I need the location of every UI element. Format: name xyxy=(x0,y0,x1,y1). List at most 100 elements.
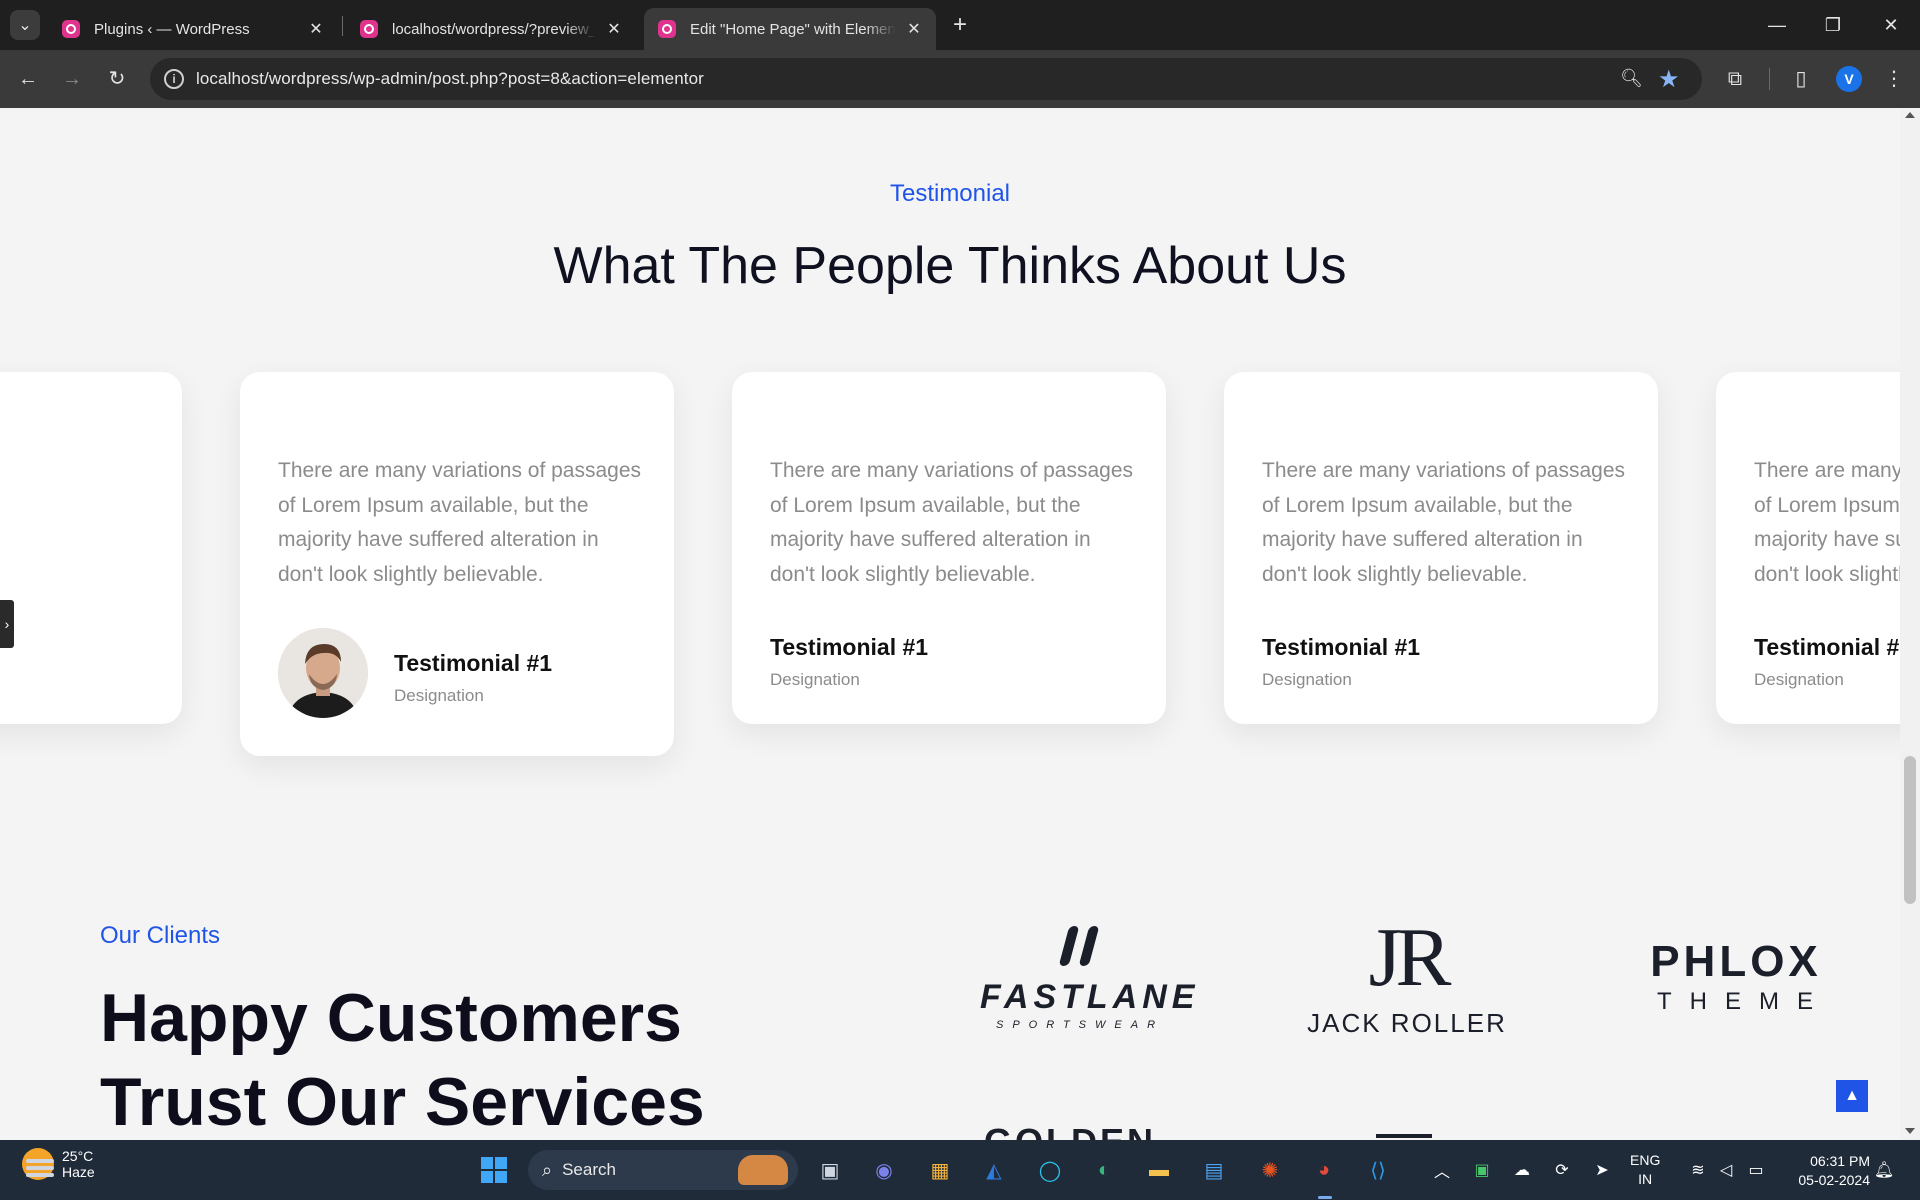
menu-icon[interactable]: ⋮ xyxy=(1880,65,1908,93)
chevron-down-icon: ⌄ xyxy=(18,17,32,34)
taskbar-search-box[interactable]: ⌕ Search xyxy=(528,1150,798,1190)
cortana-ring-icon[interactable]: ◯ xyxy=(1032,1152,1068,1188)
search-highlight-pie-icon xyxy=(738,1155,788,1185)
page-scrollbar[interactable] xyxy=(1900,108,1920,1140)
wordpress-favicon-icon xyxy=(360,20,378,38)
logo-subtitle: SPORTSWEAR xyxy=(995,1019,1165,1031)
language-code: ENG xyxy=(1630,1152,1661,1168)
toolbar-divider xyxy=(1769,68,1770,90)
minimize-icon[interactable]: — xyxy=(1762,10,1792,40)
tray-overflow-chevron-icon[interactable]: ︿ xyxy=(1424,1152,1460,1188)
profile-avatar[interactable]: V xyxy=(1836,66,1862,92)
clock-date: 05-02-2024 xyxy=(1798,1172,1870,1188)
logo-word: PHLOX xyxy=(1650,937,1822,986)
reload-icon[interactable]: ↻ xyxy=(103,65,131,93)
onedrive-cloud-icon[interactable]: ☁ xyxy=(1504,1152,1540,1188)
client-logo-partial: GOLDEN xyxy=(984,1120,1156,1140)
restore-icon[interactable]: ❐ xyxy=(1818,10,1848,40)
designer-app-icon[interactable]: ◭ xyxy=(976,1152,1012,1188)
testimonial-heading: What The People Thinks About Us xyxy=(553,237,1347,295)
microsoft-store-icon[interactable]: ▦ xyxy=(922,1152,958,1188)
chrome-browser-icon[interactable]: ◕ xyxy=(1306,1152,1342,1188)
testimonial-name: Testimonial #1 xyxy=(770,634,929,660)
notification-bell-icon[interactable]: 🔔︎ xyxy=(1866,1152,1902,1188)
bookmark-star-icon[interactable]: ★ xyxy=(1658,65,1680,94)
close-icon[interactable]: ✕ xyxy=(1876,10,1906,40)
testimonial-card: There are many variations of passages of… xyxy=(1716,372,1900,724)
search-icon: ⌕ xyxy=(542,1159,553,1180)
testimonial-card: There are many variations of passages of… xyxy=(0,372,182,724)
tab-title: Plugins ‹ — WordPress xyxy=(94,20,250,38)
wordpress-favicon-icon xyxy=(62,20,80,38)
task-view-icon[interactable]: ▣ xyxy=(812,1152,848,1188)
sync-icon[interactable]: ⟳ xyxy=(1544,1152,1580,1188)
scrollbar-thumb[interactable] xyxy=(1904,756,1916,904)
url-text[interactable]: localhost/wordpress/wp-admin/post.php?po… xyxy=(196,69,704,89)
client-logo-partial-mark xyxy=(1376,1134,1432,1138)
back-icon[interactable]: ← xyxy=(14,65,42,93)
browser-toolbar: ← → ↻ i localhost/wordpress/wp-admin/pos… xyxy=(0,50,1920,108)
location-arrow-icon[interactable]: ➤ xyxy=(1584,1152,1620,1188)
active-app-indicator xyxy=(1318,1196,1332,1199)
client-logo-fastlane: FASTLANE SPORTSWEAR xyxy=(980,920,1200,1031)
clients-heading: Happy Customers Trust Our Services xyxy=(100,976,800,1140)
site-info-icon[interactable]: i xyxy=(164,69,184,89)
battery-icon[interactable]: ▭ xyxy=(1738,1152,1774,1188)
logo-word: JACK ROLLER xyxy=(1307,1008,1507,1038)
tab-plugins[interactable]: Plugins ‹ — WordPress ✕ xyxy=(48,8,338,50)
weather-temperature: 25°C xyxy=(62,1148,94,1164)
side-panel-icon[interactable]: ▯ xyxy=(1787,65,1815,93)
testimonial-quote: There are many variations of passages of… xyxy=(278,459,642,586)
scroll-up-arrow-icon[interactable] xyxy=(1905,112,1915,118)
windows-taskbar: 25°C Haze ⌕ Search ▣ ◉ ▦ ◭ ◯ ◐ ▬ ▤ ✺ ◕ ⟨… xyxy=(0,1140,1920,1200)
client-logo-phlox: PHLOX THEME xyxy=(1636,940,1836,1016)
testimonial-card: There are many variations of passages of… xyxy=(732,372,1166,724)
logo-word: FASTLANE xyxy=(980,978,1200,1016)
testimonial-designation: Designation xyxy=(394,686,484,705)
taskbar-clock[interactable]: 06:31 PM 05-02-2024 xyxy=(1780,1152,1870,1190)
language-indicator[interactable]: ENG IN xyxy=(1630,1140,1660,1200)
testimonial-eyebrow: Testimonial xyxy=(889,180,1011,207)
tab-title: Edit "Home Page" with Element xyxy=(690,20,896,38)
close-tab-icon[interactable]: ✕ xyxy=(904,19,924,39)
tab-preview[interactable]: localhost/wordpress/?preview_i ✕ xyxy=(346,8,636,50)
back-to-top-button[interactable]: ▲ xyxy=(1836,1080,1868,1112)
windows-start-icon[interactable] xyxy=(476,1152,512,1188)
testimonial-avatar xyxy=(278,628,368,718)
clients-heading-line: Trust Our Services xyxy=(100,1064,705,1140)
tray-app-icon[interactable]: ▣ xyxy=(1464,1152,1500,1188)
clock-time: 06:31 PM xyxy=(1810,1153,1870,1169)
close-tab-icon[interactable]: ✕ xyxy=(604,19,624,39)
close-tab-icon[interactable]: ✕ xyxy=(306,19,326,39)
testimonial-quote: There are many variations of passages of… xyxy=(770,459,1134,586)
page-viewport: Testimonial What The People Thinks About… xyxy=(0,108,1900,1140)
haze-weather-icon xyxy=(22,1148,54,1180)
edge-browser-icon[interactable]: ◐ xyxy=(1086,1152,1122,1188)
tab-search-button[interactable]: ⌄ xyxy=(10,10,40,40)
tab-elementor-editor[interactable]: Edit "Home Page" with Element ✕ xyxy=(644,8,936,50)
testimonial-name: Testimonial #1 xyxy=(394,650,553,676)
client-logo-jack-roller: JR JACK ROLLER xyxy=(1302,916,1512,1039)
tab-title: localhost/wordpress/?preview_i xyxy=(392,20,596,38)
scroll-down-arrow-icon[interactable] xyxy=(1905,1128,1915,1134)
testimonial-card: There are many variations of passages of… xyxy=(1224,372,1658,724)
zoom-icon[interactable]: 🔍︎ xyxy=(1620,68,1643,89)
testimonial-name: Testimonial #1 xyxy=(1262,634,1421,660)
testimonial-name: Testimonial #1 xyxy=(1754,634,1900,660)
file-explorer-icon[interactable]: ▬ xyxy=(1141,1152,1177,1188)
address-bar[interactable]: i localhost/wordpress/wp-admin/post.php?… xyxy=(150,58,1702,100)
logo-subtitle: THEME xyxy=(1657,988,1831,1015)
weather-widget[interactable]: 25°C Haze xyxy=(22,1148,95,1180)
fastlane-mark-icon xyxy=(1050,920,1110,970)
tab-separator xyxy=(342,16,343,36)
testimonial-card: There are many variations of passages of… xyxy=(240,372,674,756)
taskbar-search-label: Search xyxy=(562,1160,616,1179)
ubuntu-icon[interactable]: ✺ xyxy=(1252,1152,1288,1188)
new-tab-button[interactable]: + xyxy=(946,12,974,40)
slider-next-arrow[interactable]: › xyxy=(0,600,14,648)
notepad-icon[interactable]: ▤ xyxy=(1196,1152,1232,1188)
extensions-icon[interactable]: ⧉ xyxy=(1721,65,1749,93)
forward-icon[interactable]: → xyxy=(58,65,86,93)
teams-chat-icon[interactable]: ◉ xyxy=(866,1152,902,1188)
vscode-icon[interactable]: ⟨⟩ xyxy=(1360,1152,1396,1188)
